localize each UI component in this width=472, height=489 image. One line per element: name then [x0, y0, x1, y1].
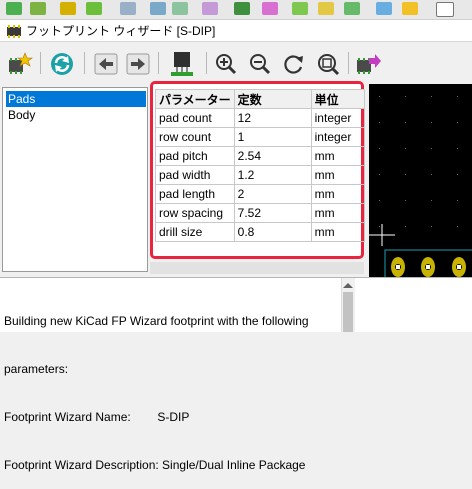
- parent-toolbar-icon: [234, 2, 250, 15]
- parent-toolbar-icon: [436, 2, 454, 17]
- param-unit-cell: mm: [310, 184, 365, 204]
- param-name-cell: pad length: [155, 184, 235, 204]
- refresh-icon: [51, 53, 73, 75]
- param-name-cell: pad width: [155, 165, 235, 185]
- zoom-out-button[interactable]: [246, 50, 274, 78]
- message-line: Footprint Wizard Name: S-DIP: [4, 410, 190, 424]
- message-line: parameters:: [4, 362, 69, 376]
- zoom-in-button[interactable]: [212, 50, 240, 78]
- toolbar-separator: [40, 52, 41, 74]
- param-unit-cell: integer: [310, 127, 365, 147]
- param-value-cell[interactable]: 12: [233, 108, 312, 128]
- parent-toolbar-strip: [0, 0, 472, 20]
- message-line: Building new KiCad FP Wizard footprint w…: [4, 314, 309, 328]
- show-3d-button[interactable]: [168, 50, 196, 78]
- select-wizard-button[interactable]: [6, 50, 34, 78]
- parent-toolbar-icon: [402, 2, 418, 15]
- param-value-cell[interactable]: 2: [233, 184, 312, 204]
- param-unit-cell: mm: [310, 203, 365, 223]
- wizard-page-list[interactable]: Pads Body: [2, 87, 148, 272]
- messages-side-area: [355, 278, 472, 332]
- param-unit-cell: integer: [310, 108, 365, 128]
- table-row: drill size 0.8 mm: [155, 222, 365, 242]
- footprint-drawing: [369, 224, 472, 277]
- param-value-cell[interactable]: 1.2: [233, 165, 312, 185]
- arrow-right-icon: [126, 53, 150, 75]
- toolbar-separator: [206, 52, 207, 74]
- refresh-button[interactable]: [48, 50, 76, 78]
- param-value-cell[interactable]: 1: [233, 127, 312, 147]
- redraw-button[interactable]: [280, 50, 308, 78]
- previous-button[interactable]: [92, 50, 120, 78]
- zoom-fit-icon: [318, 54, 340, 76]
- toolbar-separator: [348, 52, 349, 74]
- grid-header-row: パラメーター 定数 単位: [155, 89, 365, 109]
- table-row: row count 1 integer: [155, 127, 365, 147]
- param-name-cell: row spacing: [155, 203, 235, 223]
- param-name-cell: pad pitch: [155, 146, 235, 166]
- parent-toolbar-icon: [262, 2, 278, 15]
- table-row: row spacing 7.52 mm: [155, 203, 365, 223]
- messages-text[interactable]: Building new KiCad FP Wizard footprint w…: [4, 281, 339, 489]
- wizard-app-icon: [7, 25, 21, 38]
- param-name-cell: row count: [155, 127, 235, 147]
- parent-toolbar-icon: [120, 2, 136, 15]
- chip-icon: [171, 52, 193, 76]
- param-unit-cell: mm: [310, 165, 365, 185]
- parent-toolbar-icon: [172, 2, 188, 15]
- wizard-star-icon: [9, 52, 33, 74]
- parent-toolbar-icon: [86, 2, 102, 15]
- parent-toolbar-icon: [60, 2, 76, 15]
- param-value-cell[interactable]: 0.8: [233, 222, 312, 242]
- zoom-in-icon: [216, 54, 237, 75]
- next-button[interactable]: [124, 50, 152, 78]
- column-header-unit[interactable]: 単位: [310, 89, 365, 109]
- footprint-preview-canvas[interactable]: [369, 84, 472, 277]
- param-value-cell[interactable]: 2.54: [233, 146, 312, 166]
- parent-toolbar-icon: [30, 2, 46, 15]
- table-row: pad length 2 mm: [155, 184, 365, 204]
- param-value-cell[interactable]: 7.52: [233, 203, 312, 223]
- param-unit-cell: mm: [310, 222, 365, 242]
- zoom-out-icon: [250, 54, 271, 75]
- table-row: pad pitch 2.54 mm: [155, 146, 365, 166]
- parent-toolbar-icon: [6, 2, 22, 15]
- footprint-pad: [452, 257, 466, 277]
- footprint-pad: [421, 257, 435, 277]
- toolbar-separator: [158, 52, 159, 74]
- zoom-fit-button[interactable]: [314, 50, 342, 78]
- parent-toolbar-icon: [318, 2, 334, 15]
- message-line: Footprint Wizard Description: Single/Dua…: [4, 458, 306, 472]
- window-title: フットプリント ウィザード [S-DIP]: [26, 24, 216, 38]
- scrollbar-thumb[interactable]: [343, 292, 353, 332]
- list-item-pads[interactable]: Pads: [6, 91, 146, 107]
- parent-toolbar-icon: [202, 2, 218, 15]
- list-item-body[interactable]: Body: [6, 107, 37, 123]
- parent-toolbar-icon: [150, 2, 166, 15]
- param-name-cell: drill size: [155, 222, 235, 242]
- param-unit-cell: mm: [310, 146, 365, 166]
- param-name-cell: pad count: [155, 108, 235, 128]
- parent-toolbar-icon: [292, 2, 308, 15]
- table-row: pad count 12 integer: [155, 108, 365, 128]
- export-footprint-button[interactable]: [354, 50, 382, 78]
- parent-toolbar-icon: [376, 2, 392, 15]
- column-header-parameter[interactable]: パラメーター: [155, 89, 235, 109]
- scroll-up-icon[interactable]: [343, 283, 353, 288]
- grid-empty-area: [150, 262, 364, 274]
- table-row: pad width 1.2 mm: [155, 165, 365, 185]
- toolbar-separator: [84, 52, 85, 74]
- parameter-grid: パラメーター 定数 単位 pad count 12 integer row co…: [155, 89, 365, 242]
- arrow-left-icon: [94, 53, 118, 75]
- column-header-value[interactable]: 定数: [233, 89, 312, 109]
- parent-toolbar-icon: [344, 2, 360, 15]
- export-icon: [357, 54, 381, 74]
- redraw-icon: [284, 55, 303, 74]
- footprint-pad: [391, 257, 405, 277]
